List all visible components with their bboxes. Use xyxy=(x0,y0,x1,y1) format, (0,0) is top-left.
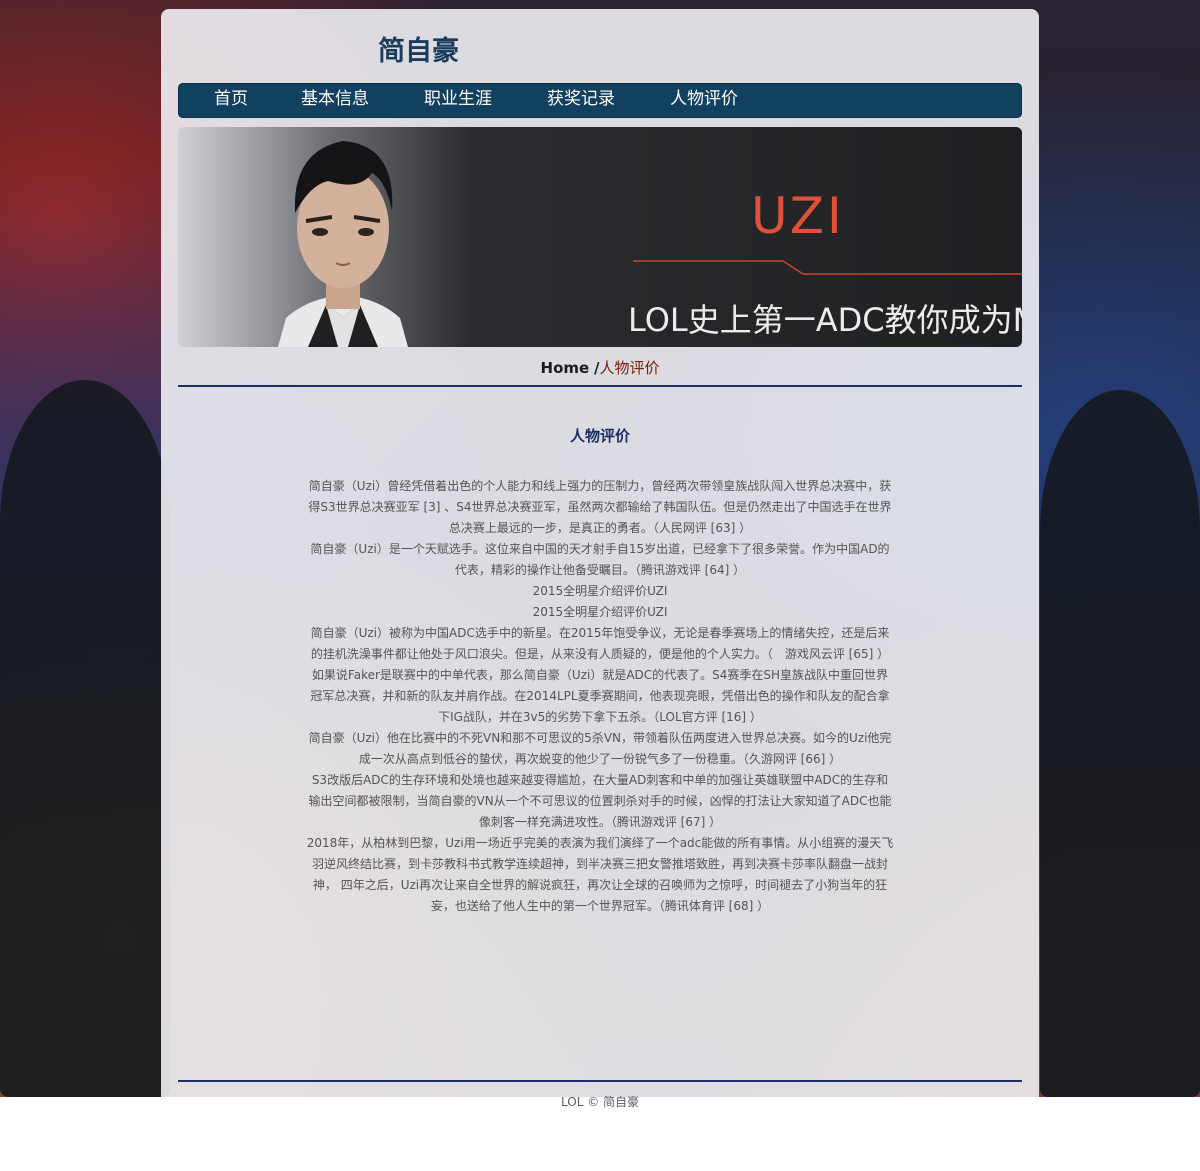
main-nav: 首页 基本信息 职业生涯 获奖记录 人物评价 xyxy=(178,83,1022,118)
nav-item-basic-info[interactable]: 基本信息 xyxy=(301,83,369,118)
evaluation-paragraph: 简自豪（Uzi）被称为中国ADC选手中的新星。在2015年饱受争议，无论是春季赛… xyxy=(310,626,890,661)
evaluation-paragraph: S3改版后ADC的生存环境和处境也越来越变得尴尬，在大量AD刺客和中单的加强让英… xyxy=(308,773,892,829)
breadcrumb-current: 人物评价 xyxy=(599,359,660,377)
site-title: 简自豪 xyxy=(378,36,459,67)
evaluation-content: 简自豪（Uzi）曾经凭借着出色的个人能力和线上强力的压制力，曾经两次带领皇族战队… xyxy=(306,476,894,917)
player-portrait xyxy=(278,141,408,347)
nav-item-career[interactable]: 职业生涯 xyxy=(424,83,492,118)
section-title: 人物评价 xyxy=(569,427,630,445)
footer-copyright: LOL © 简自豪 xyxy=(560,1095,640,1109)
banner-logo-text: UZI xyxy=(751,187,845,245)
evaluation-paragraph: 简自豪（Uzi）是一个天赋选手。这位来自中国的天才射手自15岁出道，已经拿下了很… xyxy=(310,542,890,577)
banner-image: UZI LOL史上第一ADC教你成为M xyxy=(178,127,1022,347)
background-figure-left xyxy=(0,380,170,1097)
nav-item-home[interactable]: 首页 xyxy=(214,83,248,118)
evaluation-paragraph: 2018年，从柏林到巴黎，Uzi用一场近乎完美的表演为我们演绎了一个adc能做的… xyxy=(306,836,894,913)
footer-divider xyxy=(178,1080,1022,1082)
evaluation-paragraph: 简自豪（Uzi）曾经凭借着出色的个人能力和线上强力的压制力，曾经两次带领皇族战队… xyxy=(308,479,892,535)
evaluation-paragraph: 2015全明星介绍评价UZI xyxy=(532,605,668,619)
nav-item-awards[interactable]: 获奖记录 xyxy=(547,83,615,118)
header-divider xyxy=(178,385,1022,387)
nav-item-evaluation[interactable]: 人物评价 xyxy=(670,83,738,118)
evaluation-paragraph: 如果说Faker是联赛中的中单代表，那么简自豪（Uzi）就是ADC的代表了。S4… xyxy=(310,668,890,724)
breadcrumb-home-link[interactable]: Home xyxy=(541,359,590,377)
evaluation-paragraph: 2015全明星介绍评价UZI xyxy=(532,584,668,598)
banner-slogan: LOL史上第一ADC教你成为M xyxy=(628,301,1022,339)
breadcrumb: Home /人物评价 xyxy=(178,356,1022,380)
evaluation-paragraph: 简自豪（Uzi）他在比赛中的不死VN和那不可思议的5杀VN，带领着队伍两度进入世… xyxy=(308,731,892,766)
background-figure-right xyxy=(1040,390,1200,1097)
banner-accent-line xyxy=(633,260,1022,275)
